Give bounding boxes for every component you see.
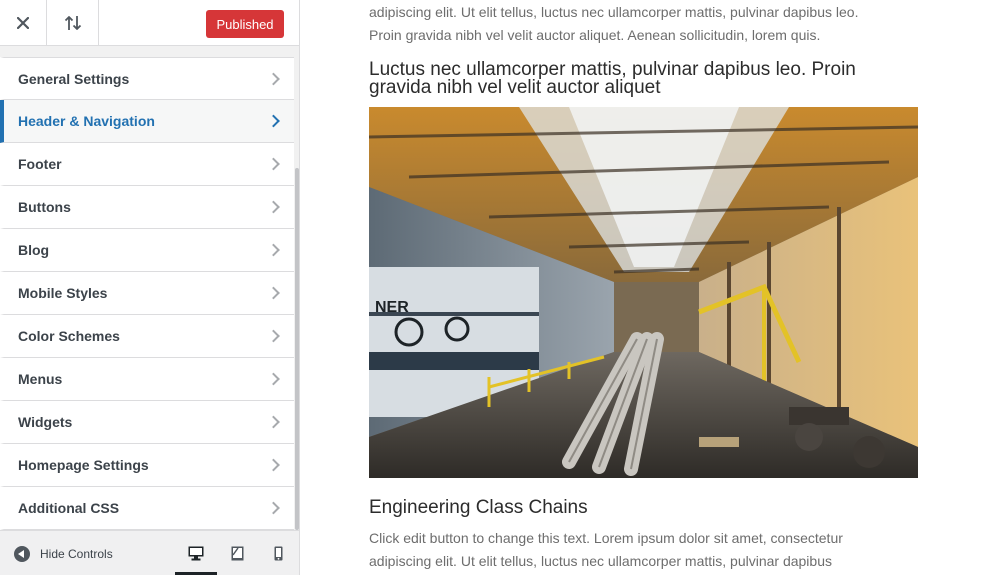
- section-widgets[interactable]: Widgets: [0, 401, 294, 444]
- preview-section-title: Engineering Class Chains: [369, 497, 588, 518]
- reorder-arrows-icon: [64, 15, 81, 30]
- section-color-schemes[interactable]: Color Schemes: [0, 315, 294, 358]
- section-footer[interactable]: Footer: [0, 143, 294, 186]
- section-mobile-styles[interactable]: Mobile Styles: [0, 272, 294, 315]
- preview-paragraph: Click edit button to change this text. L…: [369, 530, 843, 569]
- preview-desktop-button[interactable]: [175, 531, 217, 575]
- hide-controls-label: Hide Controls: [40, 547, 113, 561]
- tablet-icon: [231, 546, 243, 561]
- factory-interior-image: NER: [369, 107, 918, 478]
- section-menus[interactable]: Menus: [0, 358, 294, 401]
- site-preview[interactable]: adipiscing elit. Ut elit tellus, luctus …: [300, 0, 987, 575]
- preview-mobile-button[interactable]: [257, 531, 299, 575]
- chevron-right-icon: [267, 286, 280, 300]
- reorder-button[interactable]: [47, 0, 99, 45]
- section-label: Mobile Styles: [18, 285, 108, 301]
- chevron-right-icon: [267, 501, 280, 515]
- section-label: Buttons: [18, 199, 71, 215]
- chevron-right-icon: [267, 415, 280, 429]
- section-general-settings[interactable]: General Settings: [0, 57, 294, 100]
- section-blog[interactable]: Blog: [0, 229, 294, 272]
- section-label: Footer: [18, 156, 62, 172]
- section-homepage-settings[interactable]: Homepage Settings: [0, 444, 294, 487]
- section-buttons[interactable]: Buttons: [0, 186, 294, 229]
- chevron-right-icon: [267, 372, 280, 386]
- chevron-right-icon: [267, 200, 280, 214]
- desktop-icon: [188, 546, 204, 561]
- preview-tablet-button[interactable]: [216, 531, 258, 575]
- chevron-right-icon: [267, 157, 280, 171]
- customizer-header: Published: [0, 0, 299, 46]
- section-label: Menus: [18, 371, 63, 387]
- publish-button[interactable]: Published: [206, 10, 284, 38]
- customizer-sidebar: Published General Settings Header & Navi…: [0, 0, 300, 575]
- sidebar-scrollbar-thumb[interactable]: [295, 168, 299, 530]
- hide-controls-button[interactable]: Hide Controls: [14, 545, 113, 563]
- customizer-footer: Hide Controls: [0, 530, 299, 575]
- close-customizer-button[interactable]: [0, 0, 47, 45]
- section-label: Color Schemes: [18, 328, 120, 344]
- customizer-section-list: General Settings Header & Navigation Foo…: [0, 57, 294, 530]
- chevron-right-icon: [267, 114, 280, 128]
- section-label: Additional CSS: [18, 500, 120, 516]
- chevron-right-icon: [267, 458, 280, 472]
- collapse-arrow-icon: [14, 546, 30, 562]
- section-header-navigation[interactable]: Header & Navigation: [0, 100, 294, 143]
- section-label: Header & Navigation: [18, 113, 155, 129]
- section-additional-css[interactable]: Additional CSS: [0, 487, 294, 530]
- section-label: General Settings: [18, 70, 130, 87]
- preview-paragraph: adipiscing elit. Ut elit tellus, luctus …: [369, 4, 859, 43]
- chevron-right-icon: [267, 243, 280, 257]
- section-label: Homepage Settings: [18, 457, 149, 473]
- svg-text:NER: NER: [375, 299, 409, 316]
- mobile-icon: [274, 546, 282, 561]
- chevron-right-icon: [267, 329, 280, 343]
- chevron-right-icon: [267, 72, 280, 85]
- close-icon: [17, 16, 29, 29]
- section-label: Widgets: [18, 414, 73, 430]
- section-label: Blog: [18, 242, 50, 258]
- preview-heading: Luctus nec ullamcorper mattis, pulvinar …: [369, 59, 856, 98]
